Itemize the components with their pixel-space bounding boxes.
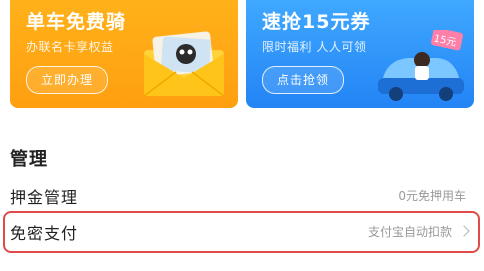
promo-subtitle: 办联名卡享权益 — [26, 40, 114, 54]
car-coupon-illustration: 15元 — [378, 30, 464, 101]
promo-title: 速抢15元券 — [262, 11, 371, 33]
promo-card-coupon[interactable]: 速抢15元券 限时福利 人人可领 点击抢领 15元 — [246, 0, 474, 108]
row-value: 0元免押用车 — [398, 189, 466, 203]
card-envelope-illustration — [143, 31, 225, 97]
password-free-payment-row[interactable]: 免密支付 支付宝自动扣款 — [0, 210, 484, 250]
promo-subtitle: 限时福利 人人可领 — [262, 40, 367, 54]
apply-now-button[interactable]: 立即办理 — [26, 66, 109, 94]
promo-title: 单车免费骑 — [26, 11, 127, 33]
row-label: 免密支付 — [10, 224, 79, 243]
row-label: 押金管理 — [10, 188, 79, 207]
row-value: 支付宝自动扣款 — [367, 225, 452, 239]
grab-coupon-button[interactable]: 点击抢领 — [262, 66, 345, 94]
section-title-manage: 管理 — [10, 149, 48, 170]
promo-card-free-ride[interactable]: 单车免费骑 办联名卡享权益 立即办理 — [10, 0, 238, 108]
chevron-right-icon — [458, 225, 470, 237]
